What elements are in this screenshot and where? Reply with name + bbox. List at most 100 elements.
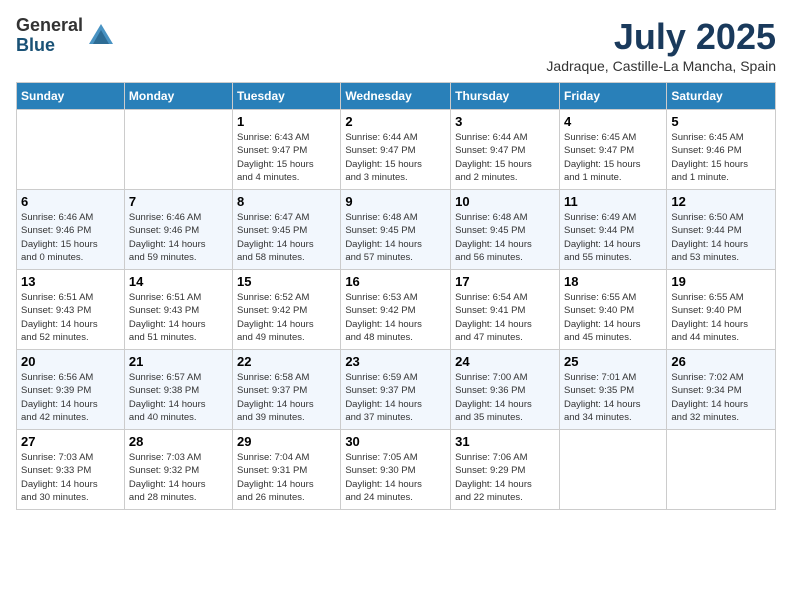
day-number: 23: [345, 354, 446, 369]
calendar-cell: 17 Sunrise: 6:54 AM Sunset: 9:41 PM Dayli…: [451, 270, 560, 350]
weekday-header-row: SundayMondayTuesdayWednesdayThursdayFrid…: [17, 83, 776, 110]
day-number: 15: [237, 274, 336, 289]
weekday-header-monday: Monday: [124, 83, 232, 110]
day-number: 21: [129, 354, 228, 369]
day-number: 22: [237, 354, 336, 369]
day-number: 16: [345, 274, 446, 289]
day-info: Sunrise: 6:51 AM Sunset: 9:43 PM Dayligh…: [21, 291, 120, 344]
page-header: General Blue July 2025 Jadraque, Castill…: [16, 16, 776, 74]
day-info: Sunrise: 6:54 AM Sunset: 9:41 PM Dayligh…: [455, 291, 555, 344]
calendar-week-1: 1 Sunrise: 6:43 AM Sunset: 9:47 PM Daylig…: [17, 110, 776, 190]
day-number: 18: [564, 274, 662, 289]
day-number: 4: [564, 114, 662, 129]
day-info: Sunrise: 6:48 AM Sunset: 9:45 PM Dayligh…: [455, 211, 555, 264]
month-title: July 2025: [546, 16, 776, 58]
calendar-cell: 15 Sunrise: 6:52 AM Sunset: 9:42 PM Dayli…: [233, 270, 341, 350]
weekday-header-thursday: Thursday: [451, 83, 560, 110]
location-title: Jadraque, Castille-La Mancha, Spain: [546, 58, 776, 74]
day-info: Sunrise: 6:44 AM Sunset: 9:47 PM Dayligh…: [345, 131, 446, 184]
day-info: Sunrise: 6:46 AM Sunset: 9:46 PM Dayligh…: [129, 211, 228, 264]
day-info: Sunrise: 6:55 AM Sunset: 9:40 PM Dayligh…: [564, 291, 662, 344]
calendar-cell: 28 Sunrise: 7:03 AM Sunset: 9:32 PM Dayli…: [124, 430, 232, 510]
title-block: July 2025 Jadraque, Castille-La Mancha, …: [546, 16, 776, 74]
day-number: 9: [345, 194, 446, 209]
day-number: 28: [129, 434, 228, 449]
calendar-week-5: 27 Sunrise: 7:03 AM Sunset: 9:33 PM Dayli…: [17, 430, 776, 510]
calendar-cell: [559, 430, 666, 510]
day-info: Sunrise: 7:01 AM Sunset: 9:35 PM Dayligh…: [564, 371, 662, 424]
day-number: 30: [345, 434, 446, 449]
day-info: Sunrise: 6:43 AM Sunset: 9:47 PM Dayligh…: [237, 131, 336, 184]
day-info: Sunrise: 6:55 AM Sunset: 9:40 PM Dayligh…: [671, 291, 771, 344]
day-info: Sunrise: 7:05 AM Sunset: 9:30 PM Dayligh…: [345, 451, 446, 504]
calendar-cell: 13 Sunrise: 6:51 AM Sunset: 9:43 PM Dayli…: [17, 270, 125, 350]
day-info: Sunrise: 6:44 AM Sunset: 9:47 PM Dayligh…: [455, 131, 555, 184]
calendar-cell: 3 Sunrise: 6:44 AM Sunset: 9:47 PM Daylig…: [451, 110, 560, 190]
calendar-week-2: 6 Sunrise: 6:46 AM Sunset: 9:46 PM Daylig…: [17, 190, 776, 270]
day-info: Sunrise: 6:53 AM Sunset: 9:42 PM Dayligh…: [345, 291, 446, 344]
weekday-header-tuesday: Tuesday: [233, 83, 341, 110]
day-info: Sunrise: 6:51 AM Sunset: 9:43 PM Dayligh…: [129, 291, 228, 344]
day-number: 19: [671, 274, 771, 289]
day-info: Sunrise: 6:50 AM Sunset: 9:44 PM Dayligh…: [671, 211, 771, 264]
day-info: Sunrise: 7:03 AM Sunset: 9:33 PM Dayligh…: [21, 451, 120, 504]
calendar-cell: 24Sunrise: 7:00 AM Sunset: 9:36 PM Dayli…: [451, 350, 560, 430]
day-number: 13: [21, 274, 120, 289]
day-number: 7: [129, 194, 228, 209]
calendar-cell: 19 Sunrise: 6:55 AM Sunset: 9:40 PM Dayli…: [667, 270, 776, 350]
day-number: 2: [345, 114, 446, 129]
calendar-cell: 10 Sunrise: 6:48 AM Sunset: 9:45 PM Dayli…: [451, 190, 560, 270]
day-number: 6: [21, 194, 120, 209]
day-info: Sunrise: 7:03 AM Sunset: 9:32 PM Dayligh…: [129, 451, 228, 504]
weekday-header-saturday: Saturday: [667, 83, 776, 110]
calendar-cell: 18 Sunrise: 6:55 AM Sunset: 9:40 PM Dayli…: [559, 270, 666, 350]
calendar-cell: 16 Sunrise: 6:53 AM Sunset: 9:42 PM Dayli…: [341, 270, 451, 350]
weekday-header-friday: Friday: [559, 83, 666, 110]
day-info: Sunrise: 6:57 AM Sunset: 9:38 PM Dayligh…: [129, 371, 228, 424]
day-number: 10: [455, 194, 555, 209]
day-info: Sunrise: 6:47 AM Sunset: 9:45 PM Dayligh…: [237, 211, 336, 264]
day-number: 3: [455, 114, 555, 129]
day-number: 20: [21, 354, 120, 369]
day-info: Sunrise: 6:46 AM Sunset: 9:46 PM Dayligh…: [21, 211, 120, 264]
calendar-cell: 12 Sunrise: 6:50 AM Sunset: 9:44 PM Dayli…: [667, 190, 776, 270]
day-info: Sunrise: 7:02 AM Sunset: 9:34 PM Dayligh…: [671, 371, 771, 424]
day-number: 27: [21, 434, 120, 449]
calendar-cell: 25 Sunrise: 7:01 AM Sunset: 9:35 PM Dayli…: [559, 350, 666, 430]
calendar-body: 1 Sunrise: 6:43 AM Sunset: 9:47 PM Daylig…: [17, 110, 776, 510]
day-number: 14: [129, 274, 228, 289]
day-info: Sunrise: 6:48 AM Sunset: 9:45 PM Dayligh…: [345, 211, 446, 264]
calendar-week-3: 13 Sunrise: 6:51 AM Sunset: 9:43 PM Dayli…: [17, 270, 776, 350]
day-number: 17: [455, 274, 555, 289]
day-info: Sunrise: 6:45 AM Sunset: 9:47 PM Dayligh…: [564, 131, 662, 184]
calendar-cell: 27 Sunrise: 7:03 AM Sunset: 9:33 PM Dayli…: [17, 430, 125, 510]
calendar-cell: [667, 430, 776, 510]
day-info: Sunrise: 6:52 AM Sunset: 9:42 PM Dayligh…: [237, 291, 336, 344]
day-info: Sunrise: 6:49 AM Sunset: 9:44 PM Dayligh…: [564, 211, 662, 264]
weekday-header-wednesday: Wednesday: [341, 83, 451, 110]
day-info: Sunrise: 6:56 AM Sunset: 9:39 PM Dayligh…: [21, 371, 120, 424]
day-number: 12: [671, 194, 771, 209]
logo-icon: [87, 22, 115, 50]
calendar-cell: 9 Sunrise: 6:48 AM Sunset: 9:45 PM Daylig…: [341, 190, 451, 270]
calendar-cell: 2 Sunrise: 6:44 AM Sunset: 9:47 PM Daylig…: [341, 110, 451, 190]
day-number: 11: [564, 194, 662, 209]
calendar-cell: 29Sunrise: 7:04 AM Sunset: 9:31 PM Dayli…: [233, 430, 341, 510]
calendar-cell: 4 Sunrise: 6:45 AM Sunset: 9:47 PM Daylig…: [559, 110, 666, 190]
day-info: Sunrise: 7:06 AM Sunset: 9:29 PM Dayligh…: [455, 451, 555, 504]
calendar-cell: 20 Sunrise: 6:56 AM Sunset: 9:39 PM Dayli…: [17, 350, 125, 430]
day-number: 31: [455, 434, 555, 449]
day-number: 5: [671, 114, 771, 129]
calendar-cell: 1 Sunrise: 6:43 AM Sunset: 9:47 PM Daylig…: [233, 110, 341, 190]
day-number: 25: [564, 354, 662, 369]
day-info: Sunrise: 6:58 AM Sunset: 9:37 PM Dayligh…: [237, 371, 336, 424]
calendar-cell: 30 Sunrise: 7:05 AM Sunset: 9:30 PM Dayli…: [341, 430, 451, 510]
calendar-cell: 8Sunrise: 6:47 AM Sunset: 9:45 PM Daylig…: [233, 190, 341, 270]
day-number: 1: [237, 114, 336, 129]
logo-general-text: General: [16, 16, 83, 36]
day-info: Sunrise: 7:04 AM Sunset: 9:31 PM Dayligh…: [237, 451, 336, 504]
calendar-cell: 22 Sunrise: 6:58 AM Sunset: 9:37 PM Dayli…: [233, 350, 341, 430]
day-number: 24: [455, 354, 555, 369]
calendar-cell: 7 Sunrise: 6:46 AM Sunset: 9:46 PM Daylig…: [124, 190, 232, 270]
day-info: Sunrise: 6:45 AM Sunset: 9:46 PM Dayligh…: [671, 131, 771, 184]
